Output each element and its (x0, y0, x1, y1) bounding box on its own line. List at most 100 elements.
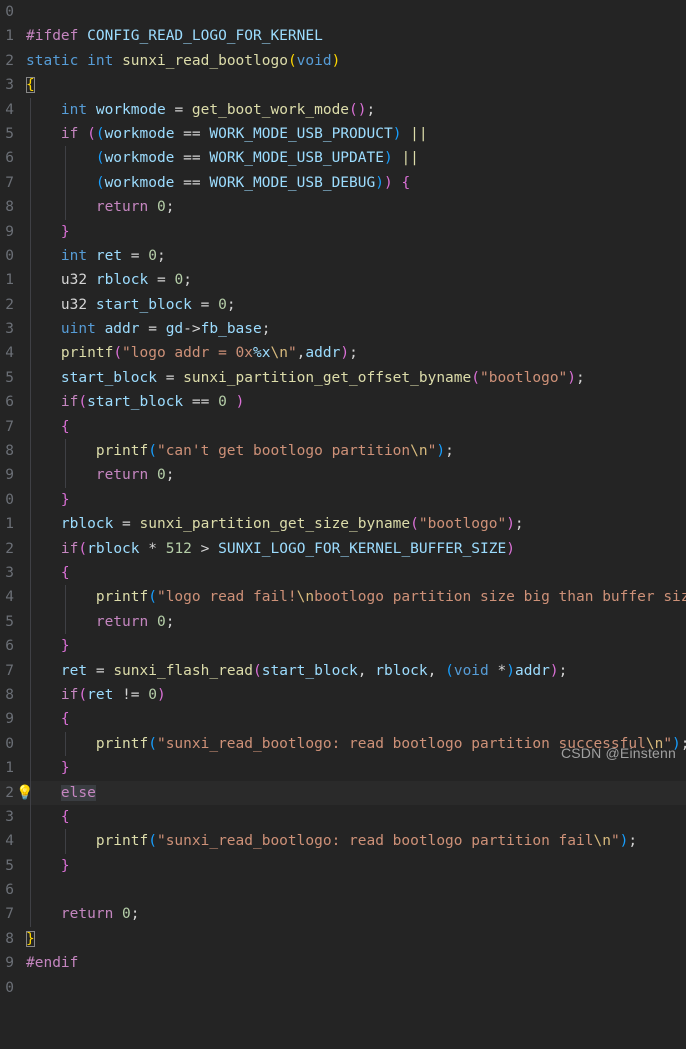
editor-line[interactable]: 7 { (0, 414, 686, 440)
editor-line[interactable]: 1 u32 rblock = 0; (0, 268, 686, 293)
editor-line[interactable]: 0 (0, 0, 686, 24)
editor-line[interactable]: 4 int workmode = get_boot_work_mode(); (0, 97, 686, 122)
line-number: 7 (5, 906, 14, 923)
line-number: 5 (5, 125, 14, 142)
code-text: printf("logo addr = 0x%x\n",addr); (60, 345, 358, 362)
line-number: 2 (5, 784, 14, 801)
editor-line[interactable]: 9 return 0; (0, 463, 686, 488)
line-number: 5 (5, 369, 14, 386)
line-number: 0 (5, 491, 14, 508)
editor-line[interactable]: 7 return 0; (0, 902, 686, 927)
line-number: 7 (5, 418, 14, 435)
line-number: 8 (5, 930, 14, 947)
bracket-match-open: { (26, 77, 35, 94)
code-text: printf("sunxi_read_bootlogo: read bootlo… (95, 833, 638, 850)
editor-line[interactable]: 1 #ifdef CONFIG_READ_LOGO_FOR_KERNEL (0, 24, 686, 48)
csdn-watermark: CSDN @Einstenn (560, 745, 676, 761)
editor-line[interactable]: 2 static int sunxi_read_bootlogo(void) (0, 49, 686, 73)
code-text: ret = sunxi_flash_read(start_block, rblo… (60, 662, 568, 679)
line-number: 4 (5, 101, 14, 118)
line-number: 7 (5, 174, 14, 191)
code-text: { (60, 564, 70, 581)
code-text: if(ret != 0) (60, 686, 166, 703)
line-number: 2 (5, 296, 14, 313)
editor-line[interactable]: 8 return 0; (0, 195, 686, 220)
editor-line[interactable]: 6 (0, 878, 686, 903)
code-text: { (60, 418, 70, 435)
code-text: if(start_block == 0 ) (60, 394, 245, 411)
editor-line[interactable]: 0 } (0, 487, 686, 513)
line-number: 5 (5, 857, 14, 874)
line-number: 4 (5, 833, 14, 850)
code-text: return 0; (60, 906, 140, 923)
editor-line[interactable]: 4 printf("sunxi_read_bootlogo: read boot… (0, 829, 686, 854)
editor-line[interactable]: 5 } (0, 853, 686, 879)
line-number: 6 (5, 150, 14, 167)
editor-line[interactable]: 2 if(rblock * 512 > SUNXI_LOGO_FOR_KERNE… (0, 536, 686, 561)
line-number: 6 (5, 882, 14, 899)
code-text: } (60, 223, 70, 240)
line-number: 9 (5, 223, 14, 240)
line-number: 3 (5, 321, 14, 338)
editor-line[interactable]: 9 #endif (0, 951, 686, 975)
editor-line[interactable]: 9 } (0, 219, 686, 244)
editor-line[interactable]: 4 printf("logo read fail!\nbootlogo part… (0, 585, 686, 610)
editor-line[interactable]: 1 rblock = sunxi_partition_get_size_byna… (0, 512, 686, 537)
editor-line[interactable]: 2 u32 start_block = 0; (0, 292, 686, 318)
editor-line-current[interactable]: 2 💡 else (0, 780, 686, 805)
editor-line[interactable]: 6 if(start_block == 0 ) (0, 390, 686, 415)
editor-line[interactable]: 3 { (0, 560, 686, 586)
editor-line[interactable]: 7 ret = sunxi_flash_read(start_block, rb… (0, 658, 686, 683)
editor-line[interactable]: 4 printf("logo addr = 0x%x\n",addr); (0, 341, 686, 366)
code-text: if(rblock * 512 > SUNXI_LOGO_FOR_KERNEL_… (60, 540, 515, 557)
line-number: 1 (5, 516, 14, 533)
code-text: } (60, 638, 70, 655)
line-number: 5 (5, 613, 14, 630)
selected-keyword: else (60, 784, 96, 801)
editor-line[interactable]: 0 int ret = 0; (0, 243, 686, 269)
line-number: 9 (5, 711, 14, 728)
editor-line[interactable]: 8 printf("can't get bootlogo partition\n… (0, 439, 686, 464)
line-number: 4 (5, 589, 14, 606)
editor-line[interactable]: 0 (0, 976, 686, 1000)
code-text: u32 start_block = 0; (60, 296, 236, 313)
editor-line[interactable]: 3 uint addr = gd->fb_base; (0, 317, 686, 342)
code-text: } (60, 491, 70, 508)
code-text: return 0; (95, 199, 175, 216)
code-text: #endif (26, 955, 79, 972)
line-number: 1 (5, 760, 14, 777)
line-number: 9 (5, 467, 14, 484)
code-text: int ret = 0; (60, 247, 166, 264)
line-number: 7 (5, 662, 14, 679)
code-text: printf("logo read fail!\nbootlogo partit… (95, 589, 686, 606)
code-editor[interactable]: 0 1 #ifdef CONFIG_READ_LOGO_FOR_KERNEL 2… (0, 0, 686, 996)
editor-line[interactable]: 6 (workmode == WORK_MODE_USB_UPDATE) || (0, 146, 686, 171)
editor-line[interactable]: 5 if ((workmode == WORK_MODE_USB_PRODUCT… (0, 121, 686, 147)
editor-line[interactable]: 7 (workmode == WORK_MODE_USB_DEBUG)) { (0, 170, 686, 196)
editor-line[interactable]: 3 { (0, 73, 686, 97)
code-text: { (60, 711, 70, 728)
editor-line[interactable]: 9 { (0, 707, 686, 732)
bracket-match-close: } (26, 930, 35, 947)
line-number: 3 (5, 808, 14, 825)
editor-line[interactable]: 5 return 0; (0, 609, 686, 635)
line-number: 0 (5, 735, 14, 752)
editor-line[interactable]: 6 } (0, 634, 686, 659)
code-text: return 0; (95, 467, 175, 484)
code-text: { (60, 808, 70, 825)
line-number: 0 (5, 4, 14, 20)
code-text: if ((workmode == WORK_MODE_USB_PRODUCT) … (60, 125, 428, 142)
editor-line[interactable]: 8 if(ret != 0) (0, 682, 686, 708)
line-number: 9 (5, 955, 14, 972)
editor-line[interactable]: 3 { (0, 804, 686, 830)
code-text: uint addr = gd->fb_base; (60, 321, 271, 338)
editor-line[interactable]: 5 start_block = sunxi_partition_get_offs… (0, 365, 686, 391)
line-number: 3 (5, 77, 14, 94)
line-number: 2 (5, 52, 14, 69)
code-text: } (60, 760, 70, 777)
code-text: start_block = sunxi_partition_get_offset… (60, 369, 585, 386)
line-number: 0 (5, 247, 14, 264)
code-text: rblock = sunxi_partition_get_size_byname… (60, 516, 524, 533)
line-number: 8 (5, 443, 14, 460)
editor-line[interactable]: 8 } (0, 927, 686, 951)
